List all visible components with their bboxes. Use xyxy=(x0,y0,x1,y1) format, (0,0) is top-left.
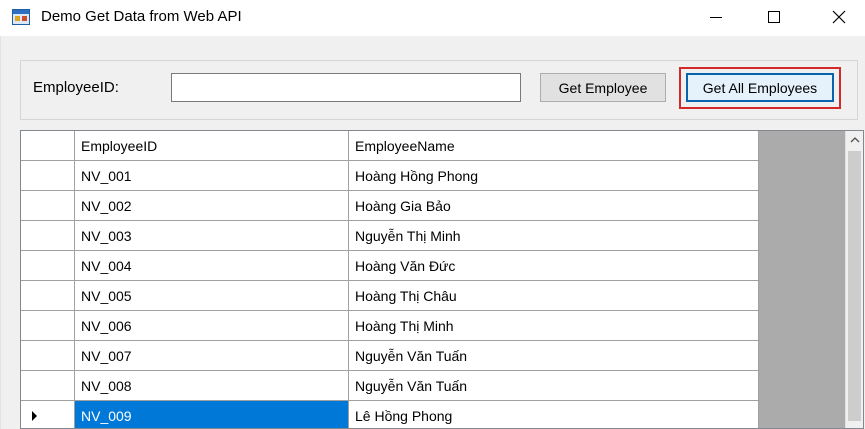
close-icon xyxy=(832,10,846,24)
table-row[interactable]: NV_005 Hoàng Thị Châu xyxy=(21,281,759,311)
table-row[interactable]: NV_006 Hoàng Thị Minh xyxy=(21,311,759,341)
cell-employee-name[interactable]: Nguyễn Thị Minh xyxy=(349,221,759,251)
scroll-up-button[interactable] xyxy=(846,131,863,149)
close-button[interactable] xyxy=(816,0,862,34)
window-form-icon xyxy=(12,9,30,25)
row-header[interactable] xyxy=(21,341,75,371)
row-header[interactable] xyxy=(21,221,75,251)
table-row[interactable]: NV_008 Nguyễn Văn Tuấn xyxy=(21,371,759,401)
row-header[interactable] xyxy=(21,161,75,191)
table-row[interactable]: NV_003 Nguyễn Thị Minh xyxy=(21,221,759,251)
row-header[interactable] xyxy=(21,401,75,428)
row-header[interactable] xyxy=(21,311,75,341)
row-header[interactable] xyxy=(21,251,75,281)
search-panel: EmployeeID: Get Employee Get All Employe… xyxy=(20,60,858,120)
cell-employee-name[interactable]: Lê Hồng Phong xyxy=(349,401,759,428)
table-row[interactable]: NV_001 Hoàng Hồng Phong xyxy=(21,161,759,191)
cell-employee-id[interactable]: NV_004 xyxy=(75,251,349,281)
cell-employee-name[interactable]: Nguyễn Văn Tuấn xyxy=(349,341,759,371)
cell-employee-name[interactable]: Hoàng Thị Châu xyxy=(349,281,759,311)
employee-data-grid[interactable]: EmployeeID EmployeeName NV_001 Hoàng Hồng… xyxy=(20,130,864,429)
cell-employee-id[interactable]: NV_007 xyxy=(75,341,349,371)
maximize-icon xyxy=(768,11,780,23)
row-header[interactable] xyxy=(21,371,75,401)
row-header-corner[interactable] xyxy=(21,131,75,161)
cell-employee-id[interactable]: NV_001 xyxy=(75,161,349,191)
title-bar[interactable]: Demo Get Data from Web API xyxy=(0,0,865,36)
form-client-area: EmployeeID: Get Employee Get All Employe… xyxy=(0,36,865,429)
cell-employee-id[interactable]: NV_006 xyxy=(75,311,349,341)
cell-employee-name[interactable]: Nguyễn Văn Tuấn xyxy=(349,371,759,401)
cell-employee-name[interactable]: Hoàng Thị Minh xyxy=(349,311,759,341)
employee-id-label: EmployeeID: xyxy=(33,79,119,96)
scrollbar-thumb[interactable] xyxy=(848,151,861,421)
cell-employee-id[interactable]: NV_002 xyxy=(75,191,349,221)
table-row[interactable]: NV_007 Nguyễn Văn Tuấn xyxy=(21,341,759,371)
vertical-scrollbar[interactable] xyxy=(845,131,863,428)
table-row[interactable]: NV_004 Hoàng Văn Đức xyxy=(21,251,759,281)
row-header[interactable] xyxy=(21,191,75,221)
window-title: Demo Get Data from Web API xyxy=(41,8,242,25)
employee-id-input[interactable] xyxy=(171,73,521,102)
row-pointer-icon xyxy=(32,411,37,421)
row-header[interactable] xyxy=(21,281,75,311)
maximize-button[interactable] xyxy=(751,0,797,34)
cell-employee-name[interactable]: Hoàng Gia Bảo xyxy=(349,191,759,221)
grid-header-row: EmployeeID EmployeeName xyxy=(21,131,759,161)
minimize-button[interactable] xyxy=(693,0,739,34)
chevron-up-icon xyxy=(850,137,860,143)
minimize-icon xyxy=(710,16,722,18)
get-all-employees-button[interactable]: Get All Employees xyxy=(686,73,834,102)
cell-employee-name[interactable]: Hoàng Hồng Phong xyxy=(349,161,759,191)
get-employee-button[interactable]: Get Employee xyxy=(540,73,666,102)
cell-employee-id[interactable]: NV_009 xyxy=(75,401,349,428)
column-header-employee-id[interactable]: EmployeeID xyxy=(75,131,349,161)
table-row[interactable]: NV_009 Lê Hồng Phong xyxy=(21,401,759,428)
cell-employee-name[interactable]: Hoàng Văn Đức xyxy=(349,251,759,281)
column-header-employee-name[interactable]: EmployeeName xyxy=(349,131,759,161)
cell-employee-id[interactable]: NV_003 xyxy=(75,221,349,251)
cell-employee-id[interactable]: NV_008 xyxy=(75,371,349,401)
cell-employee-id[interactable]: NV_005 xyxy=(75,281,349,311)
table-row[interactable]: NV_002 Hoàng Gia Bảo xyxy=(21,191,759,221)
